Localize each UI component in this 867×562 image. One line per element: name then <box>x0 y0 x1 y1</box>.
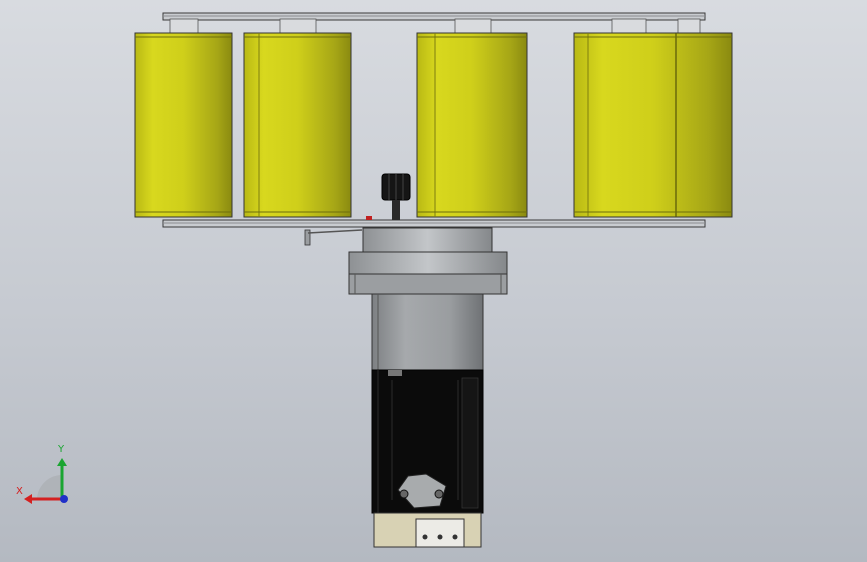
drive-gear <box>366 173 411 220</box>
gearbox-housing <box>371 293 484 371</box>
bottom-plate <box>162 219 706 228</box>
roller-4 <box>573 32 733 218</box>
side-bracket <box>304 229 363 246</box>
motor-base-block <box>373 512 482 548</box>
motor-flange <box>348 251 508 295</box>
axis-triad <box>24 458 68 504</box>
y-axis-label: Y <box>58 444 65 455</box>
x-axis-label: X <box>16 486 23 497</box>
roller-3 <box>416 32 528 218</box>
motor-body <box>371 369 484 514</box>
cad-viewport[interactable]: Y X <box>0 0 867 562</box>
assembly-model <box>24 12 733 548</box>
roller-2 <box>243 32 352 218</box>
roller-1 <box>134 32 233 218</box>
top-plate <box>162 12 706 34</box>
motor-flange-collar <box>362 227 493 253</box>
